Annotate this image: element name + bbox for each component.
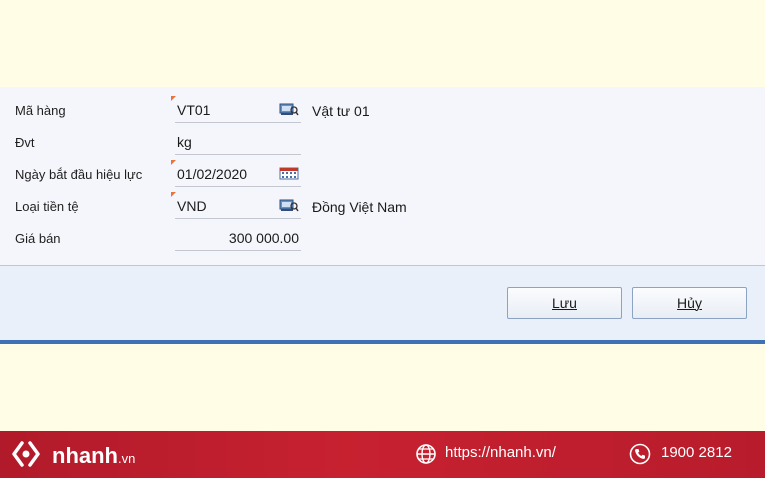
lookup-icon[interactable] <box>279 103 299 116</box>
item-code-input[interactable]: VT01 <box>171 96 301 123</box>
selling-price-label: Giá bán <box>15 231 61 246</box>
lookup-icon[interactable] <box>279 199 299 212</box>
item-code-value: VT01 <box>177 102 211 118</box>
effective-date-value: 01/02/2020 <box>177 166 248 182</box>
effective-date-label: Ngày bắt đầu hiệu lực <box>15 167 143 182</box>
window-bottom-border <box>0 340 765 344</box>
phone-number[interactable]: 1900 2812 <box>661 444 732 461</box>
logo-mark-icon <box>12 441 40 467</box>
item-code-description: Vật tư 01 <box>312 103 370 119</box>
save-button[interactable]: Lưu <box>507 287 622 319</box>
cancel-button[interactable]: Hủy <box>632 287 747 319</box>
form-panel: Mã hàng VT01 Vật tư 01 Đvt kg Ngày bắt đ… <box>0 87 765 266</box>
unit-value: kg <box>177 134 192 150</box>
currency-value: VND <box>177 198 207 214</box>
required-marker <box>171 192 176 197</box>
unit-label: Đvt <box>15 135 35 150</box>
website-link[interactable]: https://nhanh.vn/ <box>445 444 556 461</box>
selling-price-input[interactable]: 300 000.00 <box>175 225 301 251</box>
globe-icon <box>416 444 436 464</box>
row-currency: Loại tiền tệ VND Đồng Việt Nam <box>0 192 765 219</box>
selling-price-value: 300 000.00 <box>228 230 299 246</box>
calendar-icon[interactable] <box>279 167 299 180</box>
save-button-label: Lưu <box>552 295 577 311</box>
row-selling-price: Giá bán 300 000.00 <box>0 225 765 251</box>
cancel-button-label: Hủy <box>677 295 702 311</box>
row-unit: Đvt kg <box>0 129 765 155</box>
currency-description: Đồng Việt Nam <box>312 199 407 215</box>
required-marker <box>171 96 176 101</box>
effective-date-input[interactable]: 01/02/2020 <box>171 160 301 187</box>
row-item-code: Mã hàng VT01 Vật tư 01 <box>0 96 765 123</box>
required-marker <box>171 160 176 165</box>
nhanh-logo: nhanh.vn <box>12 439 152 469</box>
brand-name: nhanh.vn <box>52 443 136 468</box>
footer-banner: nhanh.vn https://nhanh.vn/ 1900 2812 <box>0 431 765 478</box>
currency-input[interactable]: VND <box>171 192 301 219</box>
row-effective-date: Ngày bắt đầu hiệu lực 01/02/2020 <box>0 160 765 187</box>
item-code-label: Mã hàng <box>15 103 66 118</box>
phone-icon <box>629 443 651 465</box>
currency-label: Loại tiền tệ <box>15 199 79 214</box>
unit-input[interactable]: kg <box>175 129 301 155</box>
